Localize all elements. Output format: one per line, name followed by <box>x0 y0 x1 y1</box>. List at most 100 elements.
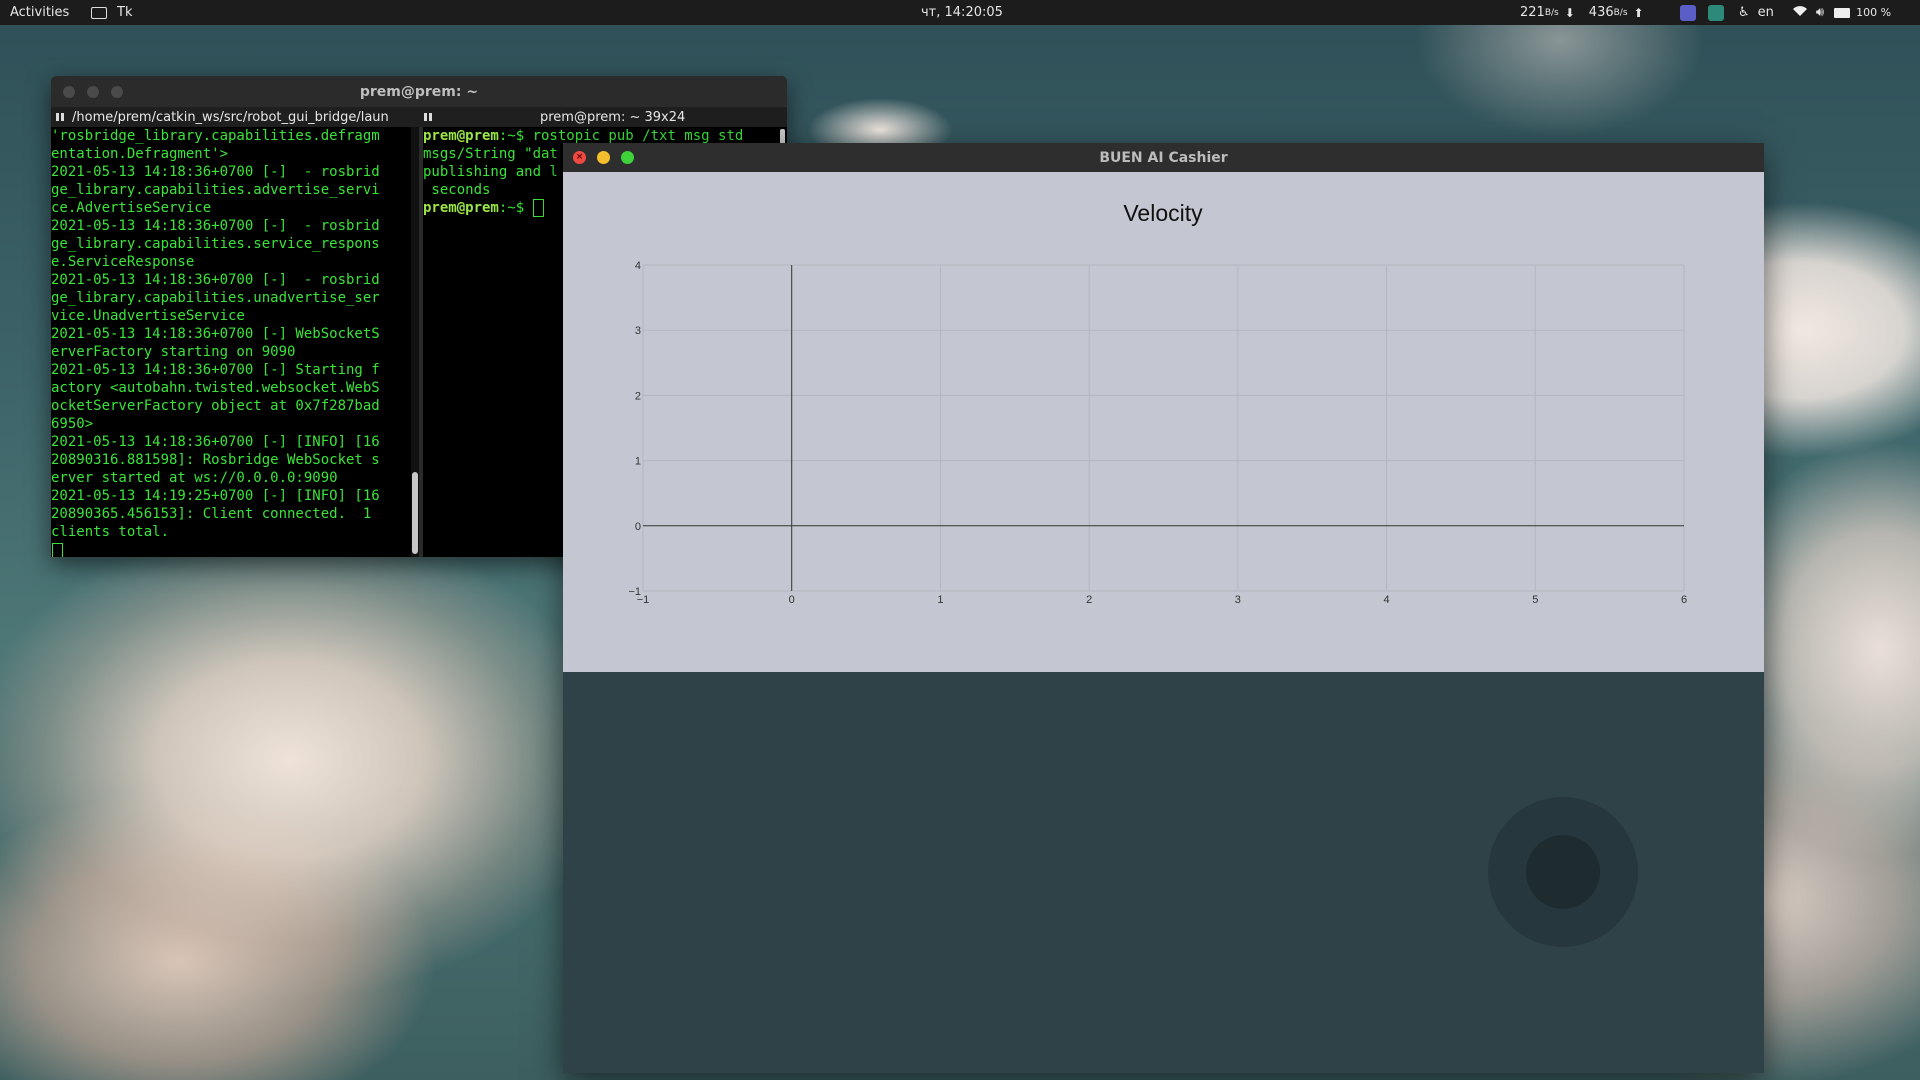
y-tick-label: 3 <box>635 325 641 337</box>
download-arrow-icon: ⬇ <box>1564 5 1575 20</box>
terminal-window-controls <box>63 86 123 98</box>
battery-label: 100 % <box>1856 6 1892 19</box>
terminal-tab-1-label: /home/prem/catkin_ws/src/robot_gui_bridg… <box>72 109 389 125</box>
terminal-line: e.ServiceResponse <box>51 254 195 270</box>
app-name: Tk <box>117 5 133 20</box>
right-command: rostopic pub /txt_msg std_ <box>532 128 752 144</box>
terminal-line: 2021-05-13 14:18:36+0700 [-] Starting f <box>51 362 380 378</box>
clock-button[interactable]: чт, 14:20:05 <box>921 0 1003 25</box>
activities-button[interactable]: Activities <box>10 0 69 25</box>
net-down-value: 221 <box>1520 5 1545 20</box>
terminal-line: msgs/String "dat <box>423 146 558 162</box>
terminal-line: 2021-05-13 14:19:25+0700 [-] [INFO] [16 <box>51 488 380 504</box>
terminal-tab-2-label: prem@prem: ~ 39x24 <box>540 109 686 125</box>
terminal-line: ge_library.capabilities.advertise_servi <box>51 182 380 198</box>
app-window-controls: × <box>573 151 634 164</box>
close-icon: × <box>575 152 584 162</box>
terminal-line: 20890316.881598]: Rosbridge WebSocket s <box>51 452 380 468</box>
terminal-line: 20890365.456153]: Client connected. 1 <box>51 506 372 522</box>
terminal-tab-2[interactable]: prem@prem: ~ 39x24 <box>419 107 787 127</box>
terminal-left-pane[interactable]: 'rosbridge_library.capabilities.defragm … <box>51 127 419 557</box>
terminal-maximize-button[interactable] <box>111 86 123 98</box>
terminal-line: erver started at ws://0.0.0.0:9090 <box>51 470 338 486</box>
terminal-left-scrollbar[interactable] <box>411 127 419 557</box>
joystick-knob[interactable] <box>1526 835 1600 909</box>
right-prompt-user-2: prem@prem <box>423 200 499 216</box>
app-title: BUEN AI Cashier <box>1099 149 1228 166</box>
terminal-line: actory <autobahn.twisted.websocket.WebS <box>51 380 380 396</box>
right-prompt-suffix: :~$ <box>498 128 533 144</box>
terminal-left-output: 'rosbridge_library.capabilities.defragm … <box>51 127 419 541</box>
language-indicator[interactable]: en <box>1758 5 1774 20</box>
terminal-line: 2021-05-13 14:18:36+0700 [-] - rosbrid <box>51 272 380 288</box>
y-tick-label: 1 <box>635 456 641 468</box>
teams-icon[interactable] <box>1680 4 1696 21</box>
terminal-line: seconds <box>423 182 491 198</box>
top-bar: Activities Tk чт, 14:20:05 221 B/s ⬇ 436… <box>0 0 1920 25</box>
chart-title: Velocity <box>1123 200 1203 226</box>
app-window[interactable]: × BUEN AI Cashier Velocity −1 0 1 2 3 4 5 6 −1 0 1 2… <box>563 143 1764 1073</box>
terminal-line: erverFactory starting on 9090 <box>51 344 296 360</box>
system-monitor-icon[interactable] <box>1708 4 1724 21</box>
right-prompt-suffix-2: :~$ <box>498 200 533 216</box>
terminal-cursor <box>52 542 63 557</box>
terminal-line: 2021-05-13 14:18:36+0700 [-] - rosbrid <box>51 218 380 234</box>
terminal-title: prem@prem: ~ <box>359 83 479 100</box>
clock-label: чт, 14:20:05 <box>921 5 1003 20</box>
terminal-line: 2021-05-13 14:18:36+0700 [-] WebSocketS <box>51 326 380 342</box>
y-tick-label: 2 <box>635 390 641 402</box>
x-tick-label: 6 <box>1681 594 1687 606</box>
maximize-button[interactable] <box>621 151 634 164</box>
control-panel <box>563 672 1764 1073</box>
tab-grid-icon <box>424 113 432 121</box>
y-tick-label: 0 <box>635 521 641 533</box>
x-tick-label: 1 <box>937 594 943 606</box>
accessibility-icon[interactable]: ♿ <box>1738 5 1750 20</box>
net-down-unit: B/s <box>1544 7 1559 18</box>
wifi-icon[interactable] <box>1792 5 1808 21</box>
net-up-unit: B/s <box>1613 7 1628 18</box>
activities-label: Activities <box>10 5 70 20</box>
right-output-lines: msgs/String "dat publishing and l second… <box>423 146 558 198</box>
terminal-cursor-right <box>532 199 544 217</box>
volume-icon[interactable]: 🔊︎ <box>1816 5 1824 20</box>
terminal-line: clients total. <box>51 524 170 540</box>
terminal-line: ocketServerFactory object at 0x7f287bad <box>51 398 380 414</box>
terminal-line: entation.Defragment'> <box>51 146 229 162</box>
terminal-line: 6950> <box>51 416 94 432</box>
terminal-tab-bar: /home/prem/catkin_ws/src/robot_gui_bridg… <box>51 107 787 127</box>
terminal-line: 2021-05-13 14:18:36+0700 [-] - rosbrid <box>51 164 380 180</box>
terminal-titlebar[interactable]: prem@prem: ~ <box>51 76 787 107</box>
terminal-line: ge_library.capabilities.unadvertise_ser <box>51 290 380 306</box>
window-icon <box>91 6 107 19</box>
minimize-button[interactable] <box>597 151 610 164</box>
terminal-left-scroll-thumb[interactable] <box>412 472 418 554</box>
y-tick-label: 4 <box>635 260 641 272</box>
x-tick-label: 5 <box>1532 594 1538 606</box>
terminal-line: ce.AdvertiseService <box>51 200 212 216</box>
app-menu-button[interactable]: Tk <box>91 0 132 25</box>
app-titlebar[interactable]: × BUEN AI Cashier <box>563 143 1764 172</box>
upload-arrow-icon: ⬆ <box>1633 5 1644 20</box>
velocity-chart: Velocity−1 0 1 2 3 4 5 6−101234 <box>628 200 1687 606</box>
x-tick-label: 4 <box>1384 594 1390 606</box>
terminal-tab-1[interactable]: /home/prem/catkin_ws/src/robot_gui_bridg… <box>51 107 419 127</box>
terminal-line: ge_library.capabilities.service_respons <box>51 236 380 252</box>
network-speed: 221 B/s ⬇ 436 B/s ⬆ <box>1520 0 1650 25</box>
x-tick-label: 3 <box>1235 594 1241 606</box>
terminal-minimize-button[interactable] <box>87 86 99 98</box>
x-tick-label: 2 <box>1086 594 1092 606</box>
terminal-close-button[interactable] <box>63 86 75 98</box>
close-button[interactable]: × <box>573 151 586 164</box>
y-tick-label: −1 <box>628 586 641 598</box>
right-prompt-user: prem@prem <box>423 128 499 144</box>
battery-icon[interactable] <box>1834 7 1851 18</box>
velocity-chart-panel: Velocity −1 0 1 2 3 4 5 6 −1 0 1 2 3 4 <box>563 172 1764 672</box>
x-tick-label: 0 <box>789 594 795 606</box>
terminal-line: publishing and l <box>423 164 558 180</box>
tray: ♿ en 🔊︎ 100 % <box>1674 0 1891 25</box>
net-up-value: 436 <box>1588 5 1614 20</box>
terminal-line: 2021-05-13 14:18:36+0700 [-] [INFO] [16 <box>51 434 380 450</box>
terminal-line: vice.UnadvertiseService <box>51 308 245 324</box>
terminal-line: 'rosbridge_library.capabilities.defragm <box>51 128 380 144</box>
